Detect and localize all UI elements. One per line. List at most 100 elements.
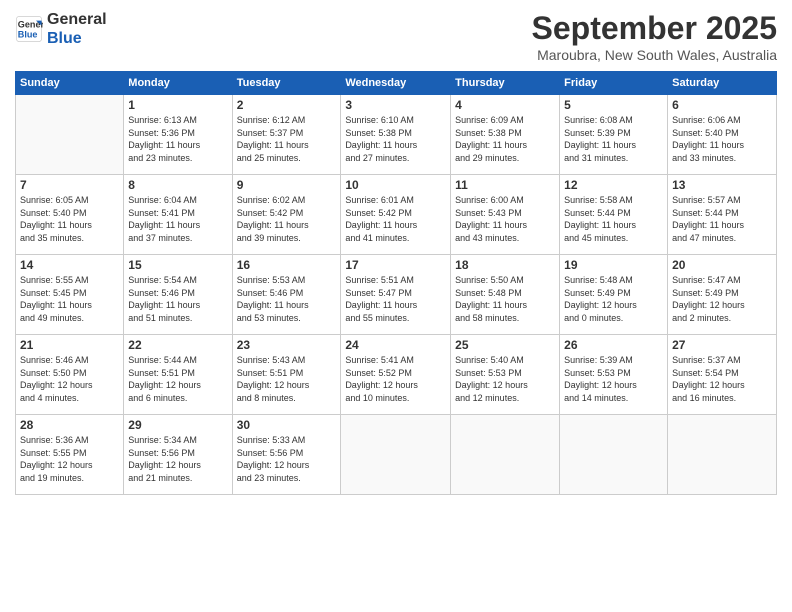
- calendar-cell: [451, 415, 560, 495]
- day-info: Sunrise: 5:41 AMSunset: 5:52 PMDaylight:…: [345, 354, 446, 404]
- logo: General Blue General Blue: [15, 10, 107, 48]
- calendar-cell: 18 Sunrise: 5:50 AMSunset: 5:48 PMDayligh…: [451, 255, 560, 335]
- day-number: 25: [455, 338, 555, 352]
- day-number: 7: [20, 178, 119, 192]
- day-number: 15: [128, 258, 227, 272]
- day-number: 12: [564, 178, 663, 192]
- logo-blue: Blue: [47, 29, 107, 48]
- day-info: Sunrise: 5:55 AMSunset: 5:45 PMDaylight:…: [20, 274, 119, 324]
- calendar-cell: 9 Sunrise: 6:02 AMSunset: 5:42 PMDaylight…: [232, 175, 341, 255]
- day-info: Sunrise: 5:58 AMSunset: 5:44 PMDaylight:…: [564, 194, 663, 244]
- calendar-cell: 5 Sunrise: 6:08 AMSunset: 5:39 PMDaylight…: [560, 95, 668, 175]
- calendar-table: SundayMondayTuesdayWednesdayThursdayFrid…: [15, 71, 777, 495]
- day-info: Sunrise: 5:34 AMSunset: 5:56 PMDaylight:…: [128, 434, 227, 484]
- calendar-header-sunday: Sunday: [16, 72, 124, 95]
- calendar-cell: 7 Sunrise: 6:05 AMSunset: 5:40 PMDaylight…: [16, 175, 124, 255]
- calendar-cell: 6 Sunrise: 6:06 AMSunset: 5:40 PMDaylight…: [668, 95, 777, 175]
- calendar-cell: 4Sunrise: 6:09 AMSunset: 5:38 PMDaylight…: [451, 95, 560, 175]
- day-number: 27: [672, 338, 772, 352]
- calendar-week-5: 28Sunrise: 5:36 AMSunset: 5:55 PMDayligh…: [16, 415, 777, 495]
- day-number: 29: [128, 418, 227, 432]
- day-number: 22: [128, 338, 227, 352]
- calendar-cell: 13 Sunrise: 5:57 AMSunset: 5:44 PMDayligh…: [668, 175, 777, 255]
- day-number: 13: [672, 178, 772, 192]
- page-container: General Blue General Blue September 2025…: [0, 0, 792, 612]
- calendar-header-friday: Friday: [560, 72, 668, 95]
- day-number: 9: [237, 178, 337, 192]
- calendar-cell: 8 Sunrise: 6:04 AMSunset: 5:41 PMDaylight…: [124, 175, 232, 255]
- day-info: Sunrise: 6:12 AMSunset: 5:37 PMDaylight:…: [237, 114, 337, 164]
- day-number: 26: [564, 338, 663, 352]
- day-info: Sunrise: 5:37 AMSunset: 5:54 PMDaylight:…: [672, 354, 772, 404]
- day-number: 18: [455, 258, 555, 272]
- day-info: Sunrise: 5:33 AMSunset: 5:56 PMDaylight:…: [237, 434, 337, 484]
- logo-icon: General Blue: [15, 15, 43, 43]
- day-info: Sunrise: 5:44 AMSunset: 5:51 PMDaylight:…: [128, 354, 227, 404]
- calendar-cell: [16, 95, 124, 175]
- day-number: 2: [237, 98, 337, 112]
- calendar-week-2: 7 Sunrise: 6:05 AMSunset: 5:40 PMDaylight…: [16, 175, 777, 255]
- day-number: 30: [237, 418, 337, 432]
- calendar-header-tuesday: Tuesday: [232, 72, 341, 95]
- day-info: Sunrise: 6:09 AMSunset: 5:38 PMDaylight:…: [455, 114, 555, 164]
- calendar-header-saturday: Saturday: [668, 72, 777, 95]
- calendar-cell: 24 Sunrise: 5:41 AMSunset: 5:52 PMDayligh…: [341, 335, 451, 415]
- day-info: Sunrise: 6:01 AMSunset: 5:42 PMDaylight:…: [345, 194, 446, 244]
- day-info: Sunrise: 5:50 AMSunset: 5:48 PMDaylight:…: [455, 274, 555, 324]
- header: General Blue General Blue September 2025…: [15, 10, 777, 63]
- location: Maroubra, New South Wales, Australia: [532, 47, 777, 63]
- day-info: Sunrise: 5:47 AMSunset: 5:49 PMDaylight:…: [672, 274, 772, 324]
- day-info: Sunrise: 5:54 AMSunset: 5:46 PMDaylight:…: [128, 274, 227, 324]
- day-info: Sunrise: 6:06 AMSunset: 5:40 PMDaylight:…: [672, 114, 772, 164]
- day-info: Sunrise: 6:02 AMSunset: 5:42 PMDaylight:…: [237, 194, 337, 244]
- calendar-cell: 14 Sunrise: 5:55 AMSunset: 5:45 PMDayligh…: [16, 255, 124, 335]
- day-number: 17: [345, 258, 446, 272]
- calendar-cell: 16Sunrise: 5:53 AMSunset: 5:46 PMDayligh…: [232, 255, 341, 335]
- day-info: Sunrise: 5:48 AMSunset: 5:49 PMDaylight:…: [564, 274, 663, 324]
- calendar-cell: 15 Sunrise: 5:54 AMSunset: 5:46 PMDayligh…: [124, 255, 232, 335]
- calendar-header-row: SundayMondayTuesdayWednesdayThursdayFrid…: [16, 72, 777, 95]
- calendar-cell: 19 Sunrise: 5:48 AMSunset: 5:49 PMDayligh…: [560, 255, 668, 335]
- calendar-week-1: 1Sunrise: 6:13 AMSunset: 5:36 PMDaylight…: [16, 95, 777, 175]
- day-number: 5: [564, 98, 663, 112]
- calendar-week-3: 14 Sunrise: 5:55 AMSunset: 5:45 PMDayligh…: [16, 255, 777, 335]
- day-number: 16: [237, 258, 337, 272]
- title-block: September 2025 Maroubra, New South Wales…: [532, 10, 777, 63]
- day-number: 19: [564, 258, 663, 272]
- calendar-cell: 27 Sunrise: 5:37 AMSunset: 5:54 PMDayligh…: [668, 335, 777, 415]
- month-title: September 2025: [532, 10, 777, 47]
- day-info: Sunrise: 5:46 AMSunset: 5:50 PMDaylight:…: [20, 354, 119, 404]
- calendar-cell: 21 Sunrise: 5:46 AMSunset: 5:50 PMDayligh…: [16, 335, 124, 415]
- calendar-cell: 3Sunrise: 6:10 AMSunset: 5:38 PMDaylight…: [341, 95, 451, 175]
- calendar-week-4: 21 Sunrise: 5:46 AMSunset: 5:50 PMDayligh…: [16, 335, 777, 415]
- day-number: 21: [20, 338, 119, 352]
- day-number: 28: [20, 418, 119, 432]
- svg-text:Blue: Blue: [18, 30, 38, 40]
- calendar-cell: 1Sunrise: 6:13 AMSunset: 5:36 PMDaylight…: [124, 95, 232, 175]
- calendar-cell: 23Sunrise: 5:43 AMSunset: 5:51 PMDayligh…: [232, 335, 341, 415]
- day-info: Sunrise: 6:05 AMSunset: 5:40 PMDaylight:…: [20, 194, 119, 244]
- day-number: 8: [128, 178, 227, 192]
- calendar-cell: 20Sunrise: 5:47 AMSunset: 5:49 PMDayligh…: [668, 255, 777, 335]
- calendar-header-thursday: Thursday: [451, 72, 560, 95]
- calendar-cell: [560, 415, 668, 495]
- day-info: Sunrise: 5:51 AMSunset: 5:47 PMDaylight:…: [345, 274, 446, 324]
- day-number: 6: [672, 98, 772, 112]
- day-number: 3: [345, 98, 446, 112]
- day-info: Sunrise: 5:39 AMSunset: 5:53 PMDaylight:…: [564, 354, 663, 404]
- day-info: Sunrise: 5:57 AMSunset: 5:44 PMDaylight:…: [672, 194, 772, 244]
- day-info: Sunrise: 6:04 AMSunset: 5:41 PMDaylight:…: [128, 194, 227, 244]
- day-number: 14: [20, 258, 119, 272]
- day-number: 24: [345, 338, 446, 352]
- calendar-cell: 30 Sunrise: 5:33 AMSunset: 5:56 PMDayligh…: [232, 415, 341, 495]
- calendar-cell: [668, 415, 777, 495]
- calendar-cell: 10 Sunrise: 6:01 AMSunset: 5:42 PMDayligh…: [341, 175, 451, 255]
- calendar-cell: 26 Sunrise: 5:39 AMSunset: 5:53 PMDayligh…: [560, 335, 668, 415]
- calendar-cell: 2 Sunrise: 6:12 AMSunset: 5:37 PMDaylight…: [232, 95, 341, 175]
- calendar-header-monday: Monday: [124, 72, 232, 95]
- calendar-cell: 12 Sunrise: 5:58 AMSunset: 5:44 PMDayligh…: [560, 175, 668, 255]
- day-info: Sunrise: 6:08 AMSunset: 5:39 PMDaylight:…: [564, 114, 663, 164]
- day-number: 23: [237, 338, 337, 352]
- day-number: 10: [345, 178, 446, 192]
- calendar-cell: [341, 415, 451, 495]
